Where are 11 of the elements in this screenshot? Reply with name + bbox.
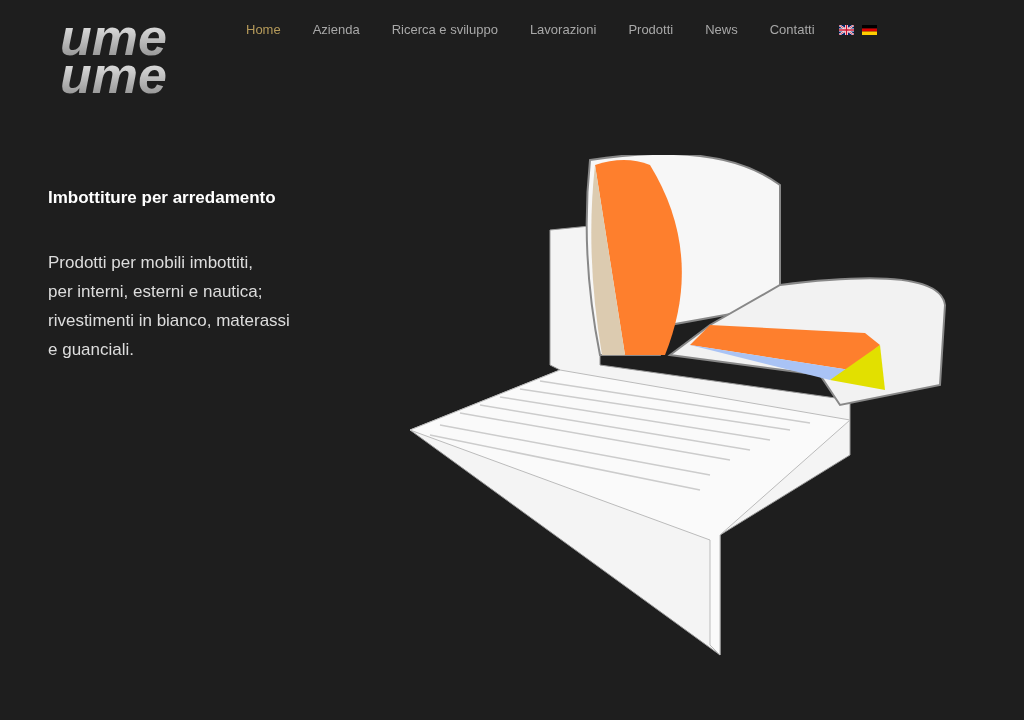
nav-link[interactable]: Azienda — [296, 20, 376, 40]
german-flag-icon[interactable] — [861, 24, 877, 35]
nav-link[interactable]: Ricerca e sviluppo — [375, 20, 514, 40]
hero-text: Prodotti per mobili imbottiti, per interni, esterni e nautica; rivestimenti in bianco, materassi e guanciali. — [48, 252, 291, 362]
nav-link[interactable]: Prodotti — [612, 20, 690, 40]
nav-link[interactable]: Contatti — [753, 20, 831, 40]
nav-link[interactable]: News — [689, 20, 754, 40]
nav-link[interactable]: Lavorazioni — [513, 20, 613, 40]
nav-link[interactable]: Home — [230, 20, 297, 40]
hero-title: Imbottiture per arredamento — [48, 188, 277, 209]
uk-flag-icon[interactable] — [838, 24, 854, 35]
